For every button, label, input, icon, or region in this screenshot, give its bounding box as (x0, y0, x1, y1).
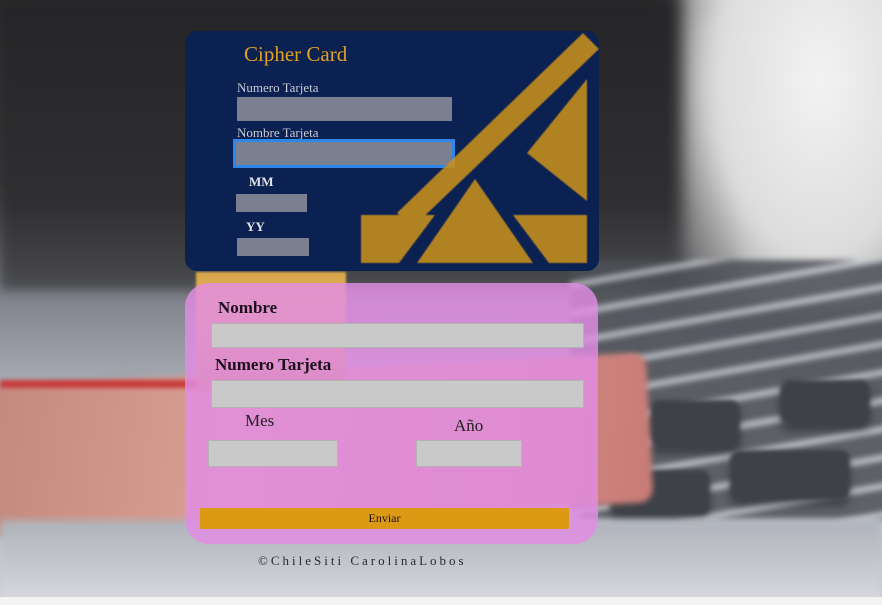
submit-button[interactable]: Enviar (200, 508, 569, 529)
name-label: Nombre (218, 298, 278, 317)
card-name-label: Nombre Tarjeta (237, 125, 319, 140)
name-input[interactable] (211, 323, 584, 348)
card-title: Cipher Card (244, 42, 348, 66)
payment-form: Nombre Numero Tarjeta Mes Año Enviar (185, 283, 598, 544)
card-preview: Cipher Card Numero Tarjeta Nombre Tarjet… (185, 31, 599, 271)
month-input[interactable] (208, 440, 338, 467)
card-month-label: MM (249, 174, 274, 189)
year-label: Año (454, 416, 484, 435)
card-year-display (237, 238, 309, 256)
logo-icon (361, 33, 599, 263)
footer-credit: ©ChileSiti CarolinaLobos (258, 553, 467, 568)
month-label: Mes (245, 411, 275, 430)
card-month-display (236, 194, 307, 212)
number-label: Numero Tarjeta (215, 355, 332, 374)
card-number-label: Numero Tarjeta (237, 80, 319, 95)
year-input[interactable] (416, 440, 522, 467)
card-year-label: YY (246, 219, 265, 234)
card-number-input[interactable] (211, 380, 584, 408)
